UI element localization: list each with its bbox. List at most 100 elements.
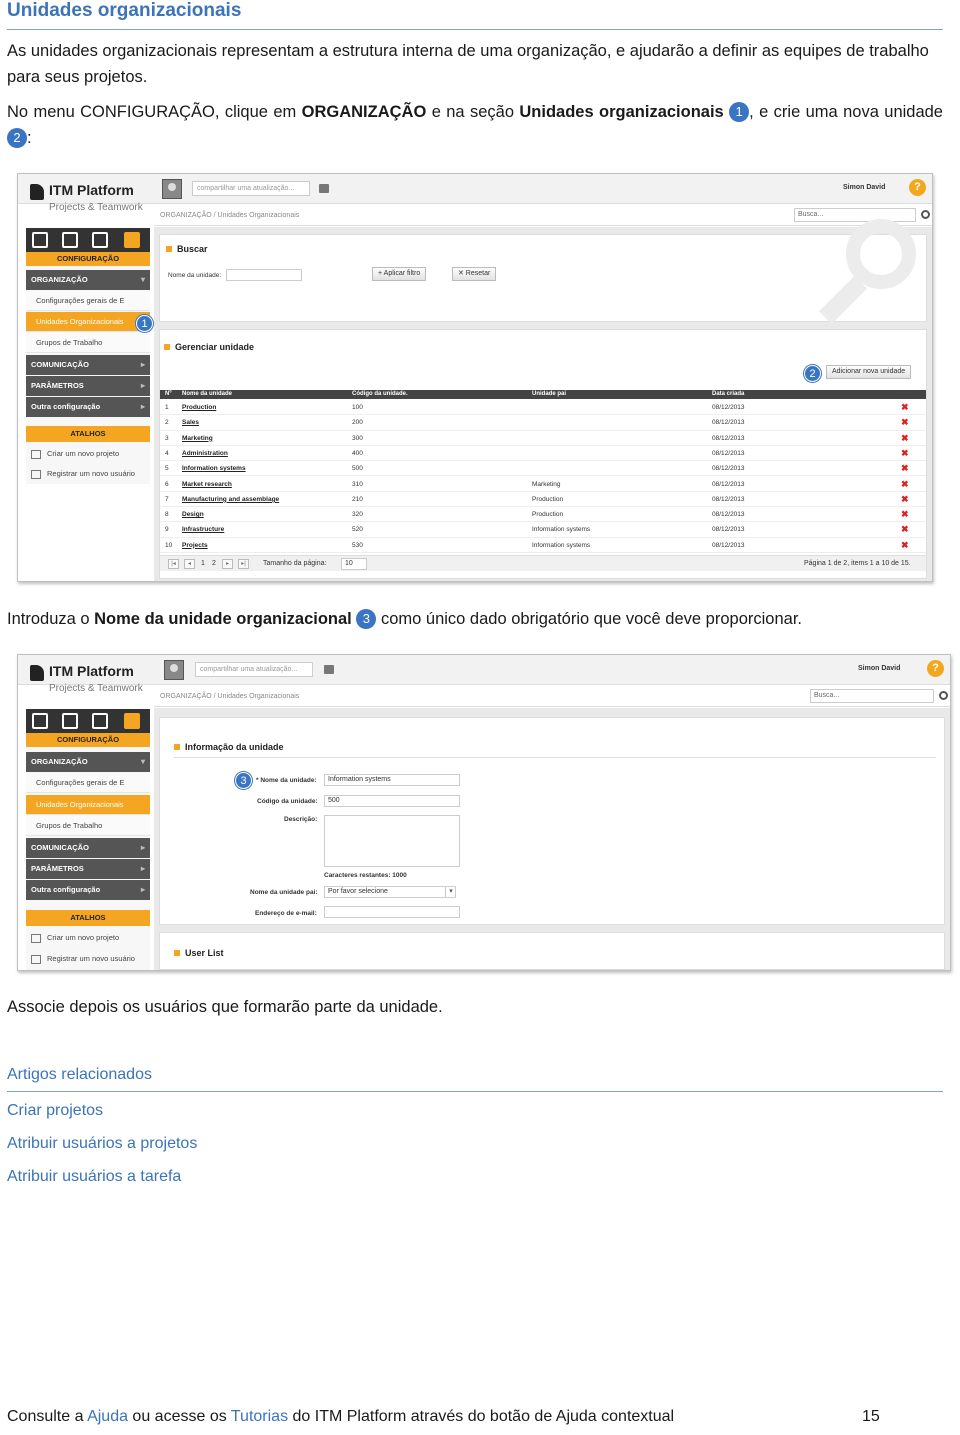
help-button[interactable]: ? — [927, 660, 944, 677]
parent-unit-select[interactable]: Por favor selecione — [324, 886, 456, 898]
sidebar-item-general-config[interactable]: Configurações gerais de E — [26, 291, 150, 311]
clipboard-icon[interactable] — [92, 232, 108, 248]
last-page-icon[interactable]: ▸| — [238, 559, 249, 569]
row-unit-name[interactable]: Projects — [182, 542, 208, 549]
description-textarea[interactable] — [324, 815, 460, 867]
row-unit-name[interactable]: Manufacturing and assemblage — [182, 496, 279, 503]
table-row[interactable]: 5 Information systems 500 08/12/2013 ✖ — [160, 461, 926, 477]
table-row[interactable]: 8 Design 320 Production 08/12/2013 ✖ — [160, 507, 926, 523]
delete-icon[interactable]: ✖ — [901, 464, 910, 473]
search-icon[interactable] — [939, 691, 948, 700]
row-unit-name[interactable]: Infrastructure — [182, 526, 224, 533]
shortcut-new-project[interactable]: Criar um novo projeto — [26, 928, 150, 948]
sidebar-item-communication[interactable]: COMUNICAÇÃO — [26, 838, 150, 858]
help-button[interactable]: ? — [909, 179, 926, 196]
projects-icon[interactable] — [62, 232, 78, 248]
page-size-select[interactable]: 10 — [341, 558, 367, 570]
search-icon[interactable] — [921, 210, 930, 219]
user-menu[interactable]: Simon David — [843, 184, 885, 191]
table-row[interactable]: 1 Production 100 08/12/2013 ✖ — [160, 400, 926, 416]
delete-icon[interactable]: ✖ — [901, 479, 910, 489]
shortcut-new-user[interactable]: Registrar um novo usuário — [26, 949, 150, 969]
apply-filter-button[interactable]: + Aplicar filtro — [372, 267, 427, 281]
clipboard-icon[interactable] — [92, 713, 108, 729]
row-unit-name[interactable]: Design — [182, 511, 204, 518]
home-icon[interactable] — [32, 713, 48, 729]
table-row[interactable]: 7 Manufacturing and assemblage 210 Producti… — [160, 492, 926, 508]
search-input[interactable]: Busca... — [794, 208, 916, 222]
row-unit-name[interactable]: Production — [182, 404, 216, 411]
table-row[interactable]: 2 Sales 200 08/12/2013 ✖ — [160, 415, 926, 431]
delete-icon[interactable]: ✖ — [901, 525, 910, 534]
table-row[interactable]: 3 Marketing 300 08/12/2013 ✖ — [160, 431, 926, 446]
search-input[interactable]: Busca... — [810, 689, 934, 703]
email-input[interactable] — [324, 906, 460, 918]
delete-icon[interactable]: ✖ — [901, 494, 910, 504]
notification-icon[interactable] — [324, 665, 334, 674]
unit-code-input[interactable]: 500 — [324, 795, 460, 807]
next-page-icon[interactable]: ▸ — [222, 559, 233, 569]
sidebar-item-other-config[interactable]: Outra configuração — [26, 397, 150, 417]
sidebar-item-work-groups[interactable]: Grupos de Trabalho — [26, 816, 150, 836]
add-unit-button[interactable]: Adicionar nova unidade — [826, 365, 912, 379]
related-link-assign-users-projects[interactable]: Atribuir usuários a projetos — [7, 1135, 197, 1153]
delete-icon[interactable]: ✖ — [901, 510, 910, 519]
sidebar-item-organization[interactable]: ORGANIZAÇÃO — [26, 270, 150, 290]
row-unit-name[interactable]: Marketing — [182, 435, 213, 442]
home-icon[interactable] — [32, 232, 48, 248]
delete-icon[interactable]: ✖ — [901, 540, 910, 550]
row-unit-name[interactable]: Market research — [182, 481, 232, 488]
table-row[interactable]: 6 Market research 310 Marketing 08/12/2013 ✖ — [160, 477, 926, 492]
notification-icon[interactable] — [319, 184, 329, 193]
sidebar-item-other-config[interactable]: Outra configuração — [26, 880, 150, 900]
shortcut-new-user[interactable]: Registrar um novo usuário — [26, 464, 150, 484]
avatar[interactable] — [162, 179, 182, 199]
first-page-icon[interactable]: |◂ — [168, 559, 179, 569]
settings-icon[interactable] — [124, 713, 140, 729]
col-unit-code[interactable]: Código da unidade. — [352, 391, 408, 397]
share-update-input[interactable]: compartilhar uma atualização... — [192, 181, 310, 196]
row-unit-name[interactable]: Administration — [182, 450, 228, 457]
row-unit-name[interactable]: Information systems — [182, 465, 246, 472]
user-menu[interactable]: Simon David — [858, 665, 900, 672]
user-list-title[interactable]: User List — [174, 948, 224, 958]
delete-icon[interactable]: ✖ — [901, 433, 910, 443]
help-link[interactable]: Ajuda — [87, 1408, 128, 1425]
reset-button[interactable]: ✕ Resetar — [452, 267, 497, 281]
col-parent-unit[interactable]: Unidade pai — [532, 391, 566, 397]
sidebar-item-communication[interactable]: COMUNICAÇÃO — [26, 355, 150, 375]
sidebar-item-parameters[interactable]: PARÂMETROS — [26, 376, 150, 396]
delete-icon[interactable]: ✖ — [901, 418, 910, 427]
sidebar-item-organization[interactable]: ORGANIZAÇÃO — [26, 752, 150, 772]
col-unit-name[interactable]: Nome da unidade — [182, 391, 232, 397]
sidebar-item-work-groups[interactable]: Grupos de Trabalho — [26, 333, 150, 353]
unit-name-input[interactable]: Information systems — [324, 774, 460, 786]
related-link-assign-users-task[interactable]: Atribuir usuários a tarefa — [7, 1168, 181, 1186]
sidebar-item-general-config[interactable]: Configurações gerais de E — [26, 773, 150, 793]
delete-icon[interactable]: ✖ — [901, 403, 910, 412]
projects-icon[interactable] — [62, 713, 78, 729]
tutorials-link[interactable]: Tutorias — [231, 1408, 288, 1425]
prev-page-icon[interactable]: ◂ — [184, 559, 195, 569]
settings-icon[interactable] — [124, 232, 140, 248]
delete-icon[interactable]: ✖ — [901, 448, 910, 458]
sidebar-item-parameters[interactable]: PARÂMETROS — [26, 859, 150, 879]
manage-units-title-text: Gerenciar unidade — [175, 342, 255, 352]
page-1-link[interactable]: 1 — [201, 560, 205, 567]
sidebar-item-org-units[interactable]: Unidades Organizacionais — [26, 795, 150, 815]
col-number[interactable]: Nº — [165, 391, 172, 397]
row-unit-name[interactable]: Sales — [182, 419, 199, 426]
page-2-link[interactable]: 2 — [212, 560, 216, 567]
table-row[interactable]: 4 Administration 400 08/12/2013 ✖ — [160, 446, 926, 462]
avatar[interactable] — [164, 660, 184, 680]
col-created-date[interactable]: Data criada — [712, 391, 744, 397]
row-parent-unit: Information systems — [532, 541, 591, 549]
chevron-down-icon[interactable]: ▾ — [445, 887, 456, 897]
table-row[interactable]: 9 Infrastructure 520 Information systems 08/… — [160, 522, 926, 538]
sidebar-item-org-units[interactable]: Unidades Organizacionais — [26, 312, 150, 332]
unit-name-filter-input[interactable] — [226, 269, 302, 281]
shortcut-new-project[interactable]: Criar um novo projeto — [26, 444, 150, 464]
table-row[interactable]: 10 Projects 530 Information systems 08/12/20… — [160, 538, 926, 553]
share-update-input[interactable]: compartilhar uma atualização... — [195, 662, 313, 677]
related-link-create-projects[interactable]: Criar projetos — [7, 1102, 103, 1120]
